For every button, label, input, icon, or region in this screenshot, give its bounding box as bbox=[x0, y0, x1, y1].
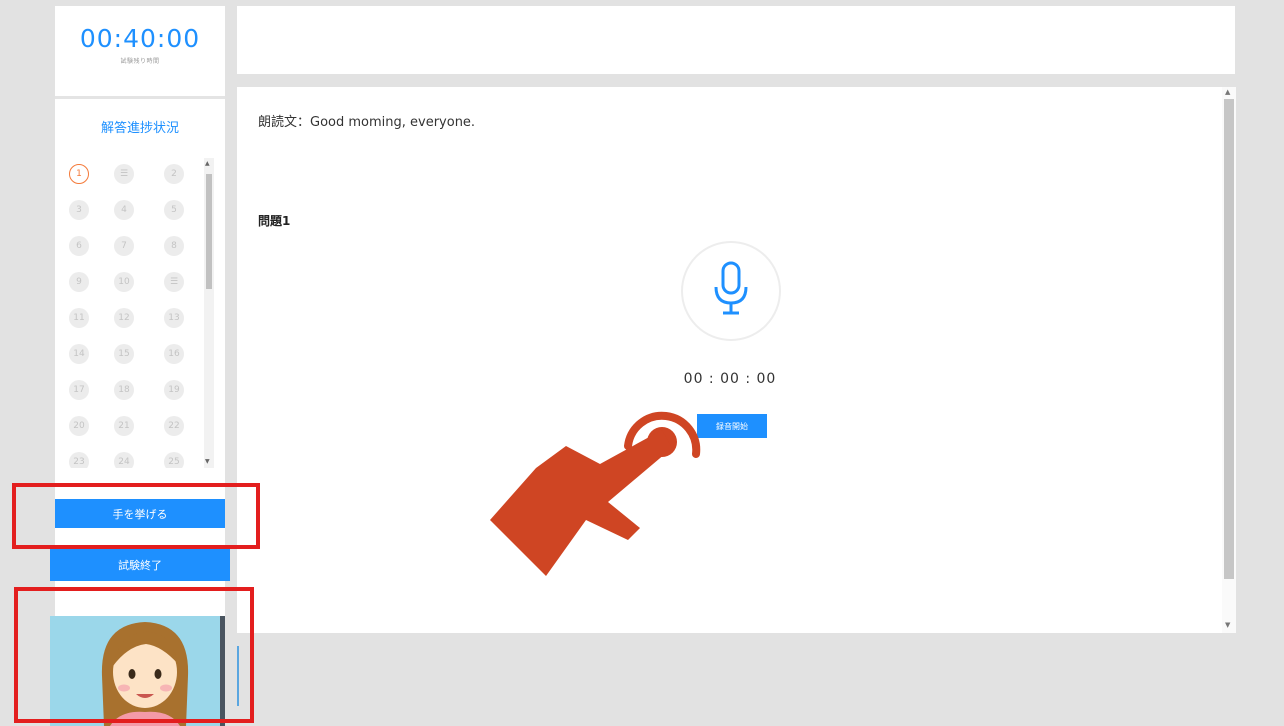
finish-exam-button[interactable]: 試験終了 bbox=[50, 548, 230, 581]
question-number[interactable]: 25 bbox=[164, 452, 184, 468]
pointing-hand-icon bbox=[490, 411, 701, 576]
progress-title: 解答進捗状況 bbox=[100, 121, 179, 136]
question-number[interactable]: 19 bbox=[164, 380, 184, 400]
exam-timer-caption: 試験残り時間 bbox=[120, 58, 160, 65]
question-number[interactable]: 21 bbox=[114, 416, 134, 436]
highlight-box-raise-hand bbox=[12, 483, 260, 549]
recording-timer: 00 : 00 : 00 bbox=[683, 371, 777, 387]
question-number[interactable]: 6 bbox=[69, 236, 89, 256]
question-number-current[interactable]: 1 bbox=[69, 164, 89, 184]
highlight-box-avatar bbox=[14, 587, 254, 723]
question-number[interactable]: 4 bbox=[114, 200, 134, 220]
question-number[interactable]: 5 bbox=[164, 200, 184, 220]
main-scrollbar[interactable]: ▲ ▼ bbox=[1222, 87, 1236, 633]
question-number[interactable]: 23 bbox=[69, 452, 89, 468]
scroll-up-arrow-icon[interactable]: ▲ bbox=[1225, 88, 1230, 96]
scroll-down-arrow-icon[interactable]: ▼ bbox=[1225, 621, 1230, 629]
question-number[interactable]: ☰ bbox=[114, 164, 134, 184]
question-number-grid: 1 ☰ 2 3 4 5 6 7 8 9 10 ☰ 11 12 13 14 15 … bbox=[55, 156, 205, 468]
reading-passage: 朗読文：Good moming, everyone. bbox=[258, 115, 476, 130]
exam-timer-panel: 00:40:00 試験残り時間 bbox=[55, 6, 225, 99]
question-number[interactable]: 7 bbox=[114, 236, 134, 256]
question-number[interactable]: 16 bbox=[164, 344, 184, 364]
top-header-bar bbox=[237, 6, 1235, 74]
scrollbar-thumb[interactable] bbox=[1224, 99, 1234, 579]
question-number[interactable]: ☰ bbox=[164, 272, 184, 292]
question-number[interactable]: 2 bbox=[164, 164, 184, 184]
question-number[interactable]: 10 bbox=[114, 272, 134, 292]
microphone-button[interactable] bbox=[681, 241, 781, 341]
microphone-icon bbox=[714, 261, 748, 315]
question-number[interactable]: 13 bbox=[164, 308, 184, 328]
scroll-down-arrow-icon[interactable]: ▼ bbox=[205, 458, 210, 465]
question-panel: 朗読文：Good moming, everyone. 問題1 00 : 00 :… bbox=[237, 87, 1235, 633]
question-number[interactable]: 22 bbox=[164, 416, 184, 436]
question-number[interactable]: 20 bbox=[69, 416, 89, 436]
question-title: 問題1 bbox=[258, 214, 291, 228]
question-number[interactable]: 3 bbox=[69, 200, 89, 220]
question-number[interactable]: 15 bbox=[114, 344, 134, 364]
scrollbar-thumb[interactable] bbox=[206, 174, 212, 289]
question-number[interactable]: 17 bbox=[69, 380, 89, 400]
question-number[interactable]: 8 bbox=[164, 236, 184, 256]
question-number[interactable]: 11 bbox=[69, 308, 89, 328]
question-number[interactable]: 12 bbox=[114, 308, 134, 328]
question-grid-scrollbar[interactable]: ▲ ▼ bbox=[204, 158, 214, 468]
question-number[interactable]: 14 bbox=[69, 344, 89, 364]
exam-timer: 00:40:00 bbox=[79, 24, 201, 53]
question-number[interactable]: 24 bbox=[114, 452, 134, 468]
question-number[interactable]: 9 bbox=[69, 272, 89, 292]
scroll-up-arrow-icon[interactable]: ▲ bbox=[205, 160, 210, 167]
question-number[interactable]: 18 bbox=[114, 380, 134, 400]
